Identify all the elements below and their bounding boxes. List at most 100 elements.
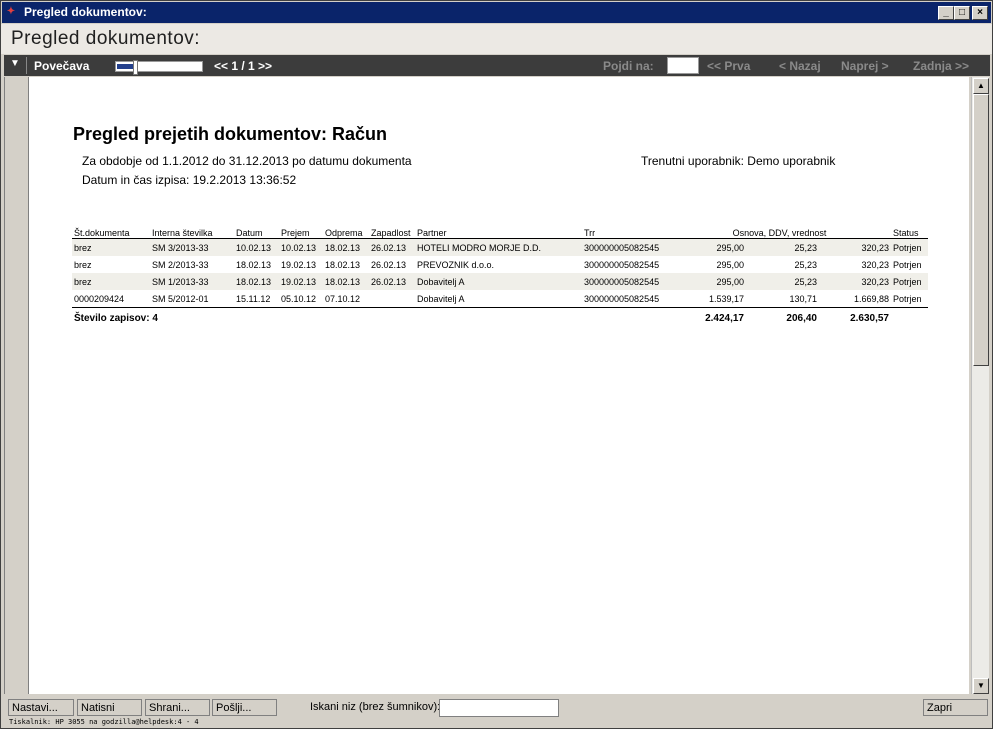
cell-shipped: 18.02.13: [323, 273, 369, 290]
column-received: Prejem: [279, 223, 323, 239]
close-report-button[interactable]: Zapri: [923, 699, 988, 716]
cell-received: 10.02.13: [279, 238, 323, 256]
cell-base: 295,00: [716, 259, 744, 270]
cell-doc: brez: [72, 238, 150, 256]
record-count: Število zapisov: 4: [72, 307, 668, 328]
column-trr: Trr: [582, 223, 668, 239]
title-bar[interactable]: ✦ Pregled dokumentov: _ □ ×: [2, 2, 991, 23]
cell-partner: Dobavitelj A: [417, 293, 465, 304]
cell-trr: 300000005082545: [584, 259, 660, 270]
save-button[interactable]: Shrani...: [145, 699, 210, 716]
main-window: ✦ Pregled dokumentov: _ □ × Pregled doku…: [0, 0, 993, 729]
column-amounts: Osnova, DDV, vrednost: [668, 223, 891, 239]
report-print-time: Datum in čas izpisa: 19.2.2013 13:36:52: [82, 173, 297, 187]
report-table: Št.dokumenta Interna številka Datum Prej…: [72, 223, 928, 328]
cell-status: Potrjen: [893, 259, 922, 270]
zoom-slider-thumb[interactable]: [133, 60, 138, 75]
scroll-up-icon[interactable]: ▲: [973, 78, 989, 94]
cell-vat: 25,23: [746, 238, 819, 256]
report-title: Pregled prejetih dokumentov: Račun: [73, 124, 388, 144]
scrollbar-thumb[interactable]: [973, 94, 989, 366]
send-button[interactable]: Pošlji...: [212, 699, 277, 716]
column-status: Status: [891, 223, 928, 239]
cell-received: 19.02.13: [281, 259, 317, 270]
cell-vat: 25,23: [746, 273, 819, 290]
report-user: Trenutni uporabnik: Demo uporabnik: [641, 154, 836, 168]
table-row: brez SM 1/2013-33 18.02.13 19.02.13 18.0…: [72, 273, 928, 290]
cell-status: Potrjen: [893, 293, 922, 304]
column-doc-number: Št.dokumenta: [72, 223, 150, 239]
cell-internal: SM 1/2013-33: [150, 273, 234, 290]
cell-status: Potrjen: [891, 273, 928, 290]
total-vat: 206,40: [746, 307, 819, 328]
total-value: 2.630,57: [819, 307, 891, 328]
cell-partner: PREVOZNIK d.o.o.: [417, 259, 495, 270]
zoom-slider-fill: [117, 64, 134, 69]
cell-vat: 25,23: [794, 259, 817, 270]
cell-date: 18.02.13: [234, 273, 279, 290]
cell-value: 320,23: [819, 273, 891, 290]
table-header-row: Št.dokumenta Interna številka Datum Prej…: [72, 223, 928, 239]
close-button[interactable]: ×: [972, 6, 988, 20]
scroll-down-icon[interactable]: ▼: [973, 678, 989, 694]
cell-received: 19.02.13: [279, 273, 323, 290]
cell-base: 1.539,17: [708, 293, 744, 304]
cell-trr: 300000005082545: [584, 293, 660, 304]
page-heading-bar: Pregled dokumentov:: [1, 24, 992, 54]
cell-doc: brez: [72, 273, 150, 290]
cell-value: 320,23: [861, 259, 889, 270]
search-label: Iskani niz (brez šumnikov):: [310, 701, 441, 713]
page-navigation[interactable]: << 1 / 1 >>: [214, 59, 272, 73]
cell-base: 295,00: [668, 238, 746, 256]
column-internal-number: Interna številka: [150, 223, 234, 239]
print-button[interactable]: Natisni: [77, 699, 142, 716]
last-page-button[interactable]: Zadnja >>: [913, 59, 969, 73]
first-page-button[interactable]: << Prva: [707, 59, 750, 73]
report-viewer: Pregled prejetih dokumentov: Račun Za ob…: [4, 77, 971, 694]
dropdown-triangle-icon[interactable]: ▼: [10, 58, 20, 69]
cell-doc: 0000209424: [74, 293, 125, 304]
next-page-button[interactable]: Naprej >: [841, 59, 889, 73]
cell-partner: HOTELI MODRO MORJE D.D.: [415, 238, 582, 256]
report-page: Pregled prejetih dokumentov: Račun Za ob…: [28, 77, 969, 694]
cell-shipped: 18.02.13: [325, 259, 361, 270]
printer-status: Tiskalnik: HP 3055 na godzilla@helpdesk:…: [9, 718, 199, 726]
search-input[interactable]: [439, 699, 559, 717]
goto-label: Pojdi na:: [603, 59, 654, 73]
cell-received: 05.10.12: [281, 293, 317, 304]
cell-internal: SM 3/2013-33: [150, 238, 234, 256]
cell-due: 26.02.13: [369, 273, 415, 290]
cell-due: 26.02.13: [369, 238, 415, 256]
report-period: Za obdobje od 1.1.2012 do 31.12.2013 po …: [82, 154, 412, 168]
cell-internal: SM 5/2012-01: [152, 293, 209, 304]
cell-shipped: 07.10.12: [325, 293, 361, 304]
app-icon[interactable]: ✦: [5, 6, 17, 18]
goto-page-input[interactable]: [667, 57, 699, 74]
cell-base: 295,00: [668, 273, 746, 290]
toolbar-separator: [26, 57, 27, 74]
vertical-scrollbar[interactable]: ▲ ▼: [971, 77, 989, 694]
cell-value: 1.669,88: [853, 293, 889, 304]
table-row: brez SM 2/2013-33 18.02.13 19.02.13 18.0…: [72, 256, 928, 273]
cell-partner: Dobavitelj A: [415, 273, 582, 290]
report-toolbar: ▼ Povečava << 1 / 1 >> Pojdi na: << Prva…: [4, 55, 990, 76]
cell-internal: SM 2/2013-33: [152, 259, 209, 270]
previous-page-button[interactable]: < Nazaj: [779, 59, 821, 73]
table-row: 0000209424 SM 5/2012-01 15.11.12 05.10.1…: [72, 290, 928, 308]
cell-value: 320,23: [819, 238, 891, 256]
cell-trr: 300000005082545: [582, 273, 668, 290]
column-date: Datum: [234, 223, 279, 239]
cell-vat: 130,71: [789, 293, 817, 304]
cell-status: Potrjen: [891, 238, 928, 256]
maximize-button[interactable]: □: [954, 6, 970, 20]
totals-row: Število zapisov: 4 2.424,17 206,40 2.630…: [72, 307, 928, 328]
cell-due: 26.02.13: [371, 259, 407, 270]
zoom-slider[interactable]: [115, 60, 203, 75]
setup-button[interactable]: Nastavi...: [8, 699, 74, 716]
column-partner: Partner: [415, 223, 582, 239]
total-base: 2.424,17: [668, 307, 746, 328]
minimize-button[interactable]: _: [938, 6, 954, 20]
cell-date: 10.02.13: [234, 238, 279, 256]
cell-due: [369, 290, 415, 308]
column-due: Zapadlost: [369, 223, 415, 239]
